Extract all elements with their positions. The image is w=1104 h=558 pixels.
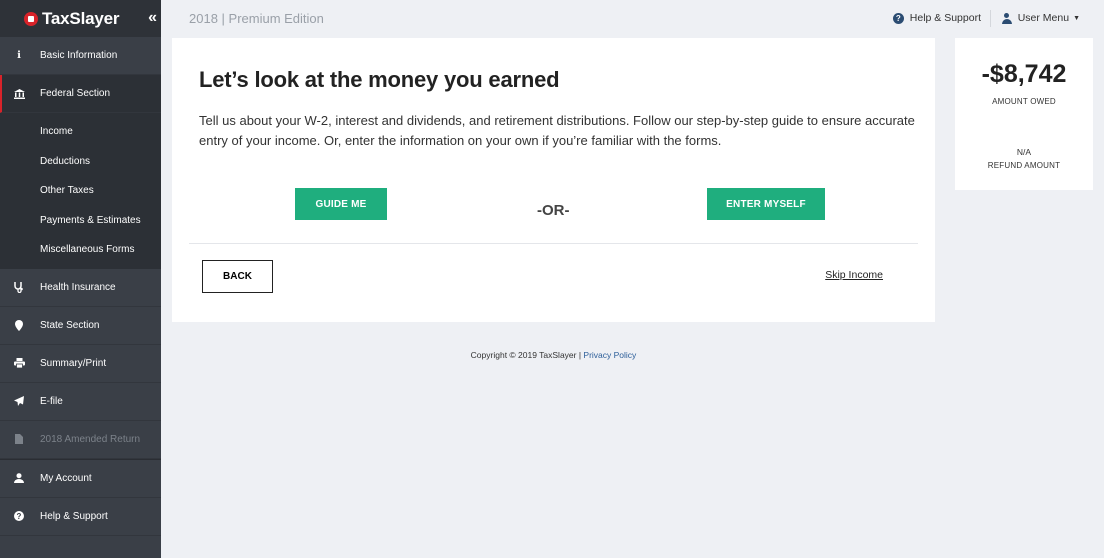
user-menu-dropdown[interactable]: User Menu ▼ — [1001, 12, 1080, 24]
enter-myself-button[interactable]: ENTER MYSELF — [707, 188, 825, 220]
refund-summary-card: -$8,742 AMOUNT OWED N/A REFUND AMOUNT — [955, 38, 1093, 190]
sidebar: TaxSlayer « ℹ Basic Information Federal … — [0, 0, 161, 558]
sidebar-item-my-account[interactable]: My Account — [0, 460, 161, 498]
skip-income-link[interactable]: Skip Income — [825, 269, 883, 281]
privacy-policy-link[interactable]: Privacy Policy — [583, 350, 636, 360]
amount-owed-label: AMOUNT OWED — [992, 97, 1056, 106]
guide-me-button[interactable]: GUIDE ME — [295, 188, 387, 220]
sidebar-item-label: Summary/Print — [40, 357, 107, 369]
subnav-item-miscellaneous-forms[interactable]: Miscellaneous Forms — [0, 235, 161, 265]
subnav-item-income[interactable]: Income — [0, 117, 161, 147]
federal-subnav: Income Deductions Other Taxes Payments &… — [0, 113, 161, 269]
info-icon: ℹ — [17, 50, 21, 61]
send-icon — [13, 396, 25, 406]
document-icon — [13, 434, 25, 444]
edition-label: 2018 | Premium Edition — [189, 11, 324, 26]
topbar-divider — [990, 10, 991, 27]
top-bar: 2018 | Premium Edition ? Help & Support … — [161, 0, 1104, 37]
sidebar-item-label: 2018 Amended Return — [40, 433, 141, 445]
copyright-text: Copyright © 2019 TaxSlayer | — [470, 350, 584, 360]
printer-icon — [13, 358, 25, 368]
footer: Copyright © 2019 TaxSlayer | Privacy Pol… — [172, 350, 935, 360]
sidebar-item-label: Health Insurance — [40, 281, 116, 293]
subnav-item-deductions[interactable]: Deductions — [0, 147, 161, 177]
page-title: Let’s look at the money you earned — [199, 67, 560, 92]
sidebar-item-label: Federal Section — [40, 88, 111, 99]
sidebar-item-label: Help & Support — [40, 510, 108, 522]
amount-owed-value: -$8,742 — [981, 60, 1067, 88]
question-circle-icon: ? — [892, 12, 904, 24]
brand-name: TaxSlayer — [42, 8, 120, 28]
refund-amount-value: N/A — [1016, 147, 1032, 157]
sidebar-item-label: Basic Information — [40, 50, 118, 61]
stethoscope-icon — [13, 281, 25, 293]
subnav-item-payments-estimates[interactable]: Payments & Estimates — [0, 206, 161, 236]
double-chevron-left-icon[interactable]: « — [148, 9, 157, 27]
sidebar-item-amended-return: 2018 Amended Return — [0, 421, 161, 459]
question-icon: ? — [13, 511, 25, 521]
sidebar-item-state-section[interactable]: State Section — [0, 307, 161, 345]
or-separator: -OR- — [537, 202, 570, 219]
back-button[interactable]: BACK — [202, 260, 273, 293]
bank-icon — [13, 88, 25, 99]
user-icon — [1001, 12, 1012, 24]
sidebar-item-help-support[interactable]: ? Help & Support — [0, 498, 161, 536]
user-icon — [13, 473, 25, 483]
help-support-label: Help & Support — [909, 12, 981, 24]
svg-text:?: ? — [17, 512, 22, 521]
income-intro-card: Let’s look at the money you earned Tell … — [172, 38, 935, 322]
sidebar-item-health-insurance[interactable]: Health Insurance — [0, 269, 161, 307]
user-menu-label: User Menu — [1017, 12, 1070, 24]
sidebar-item-label: E-file — [40, 395, 63, 407]
caret-down-icon: ▼ — [1073, 14, 1080, 22]
taxslayer-logo[interactable]: TaxSlayer — [24, 9, 119, 29]
map-pin-icon — [13, 319, 25, 331]
refund-amount-label: REFUND AMOUNT — [987, 161, 1061, 170]
sidebar-item-federal-section[interactable]: Federal Section — [0, 75, 161, 113]
help-support-link[interactable]: ? Help & Support — [892, 12, 981, 24]
brand-bar: TaxSlayer « — [0, 0, 161, 37]
logo-icon — [24, 11, 38, 26]
sidebar-item-label: My Account — [40, 472, 92, 484]
card-divider — [189, 243, 918, 244]
sidebar-item-summary-print[interactable]: Summary/Print — [0, 345, 161, 383]
subnav-item-other-taxes[interactable]: Other Taxes — [0, 176, 161, 206]
page-description: Tell us about your W-2, interest and div… — [199, 113, 915, 148]
sidebar-item-e-file[interactable]: E-file — [0, 383, 161, 421]
sidebar-item-basic-information[interactable]: ℹ Basic Information — [0, 37, 161, 75]
sidebar-item-label: State Section — [40, 319, 100, 331]
